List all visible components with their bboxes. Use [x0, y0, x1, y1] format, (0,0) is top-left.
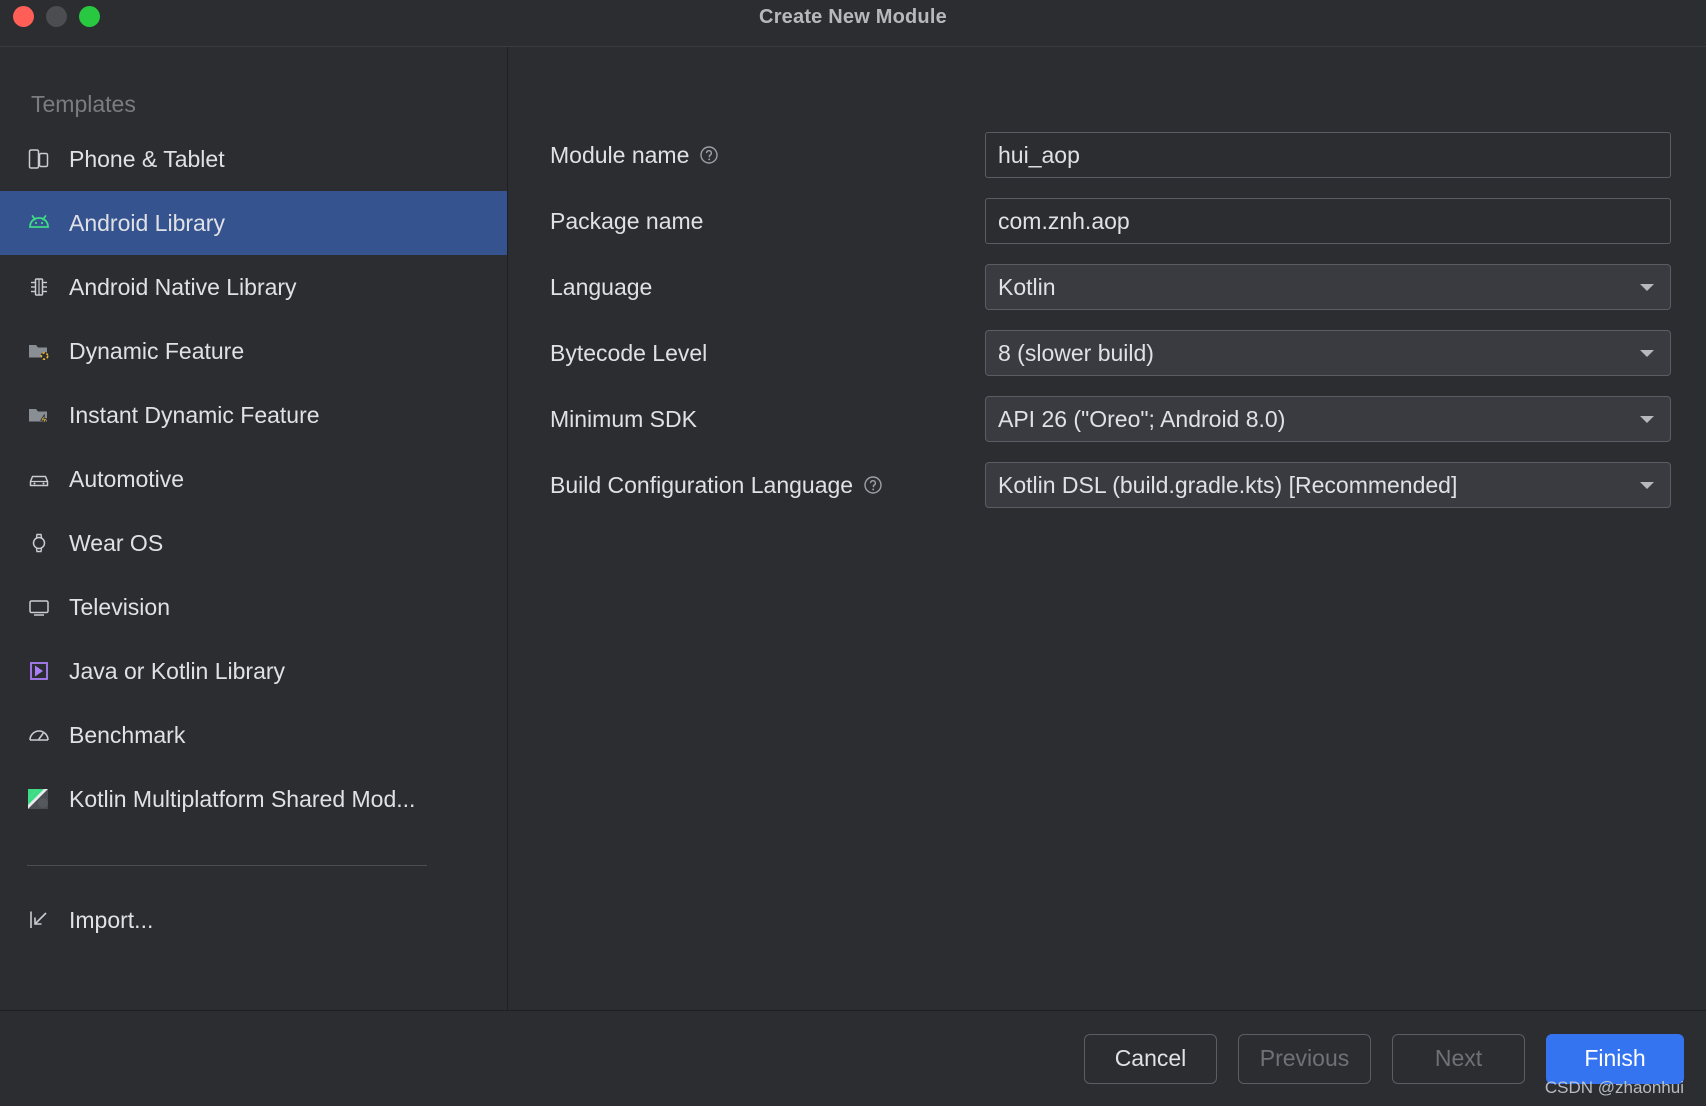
package-name-input[interactable]: com.znh.aop: [985, 198, 1671, 244]
sidebar-item-label: Java or Kotlin Library: [69, 657, 286, 684]
help-icon[interactable]: [862, 474, 884, 496]
sidebar-item-label: Automotive: [69, 465, 185, 492]
templates-header: Templates: [31, 91, 136, 117]
language-label-group: Language: [550, 274, 985, 301]
sidebar-item-java-or-kotlin-library[interactable]: Java or Kotlin Library: [0, 639, 507, 703]
car-icon: [24, 464, 54, 494]
form-row-language: Language Kotlin: [508, 254, 1706, 320]
bytecode-level-label-group: Bytecode Level: [550, 340, 985, 367]
module-name-label: Module name: [550, 141, 690, 168]
create-new-module-dialog: Create New Module Templates Phone & Tabl…: [0, 0, 1706, 1106]
sidebar-item-label: Android Library: [69, 209, 225, 236]
sidebar-item-label: Television: [69, 593, 170, 620]
sidebar-item-android-library[interactable]: Android Library: [0, 191, 507, 255]
sidebar-item-television[interactable]: Television: [0, 575, 507, 639]
sidebar-item-label: Wear OS: [69, 529, 164, 556]
package-name-label: Package name: [550, 207, 704, 234]
form-row-package-name: Package name com.znh.aop: [508, 188, 1706, 254]
sidebar-item-instant-dynamic-feature[interactable]: Instant Dynamic Feature: [0, 383, 507, 447]
templates-sidebar: Templates Phone & Tablet Android Library…: [0, 47, 508, 1010]
sidebar-item-kotlin-multiplatform-shared-module[interactable]: Kotlin Multiplatform Shared Mod...: [0, 767, 507, 831]
sidebar-item-phone-tablet[interactable]: Phone & Tablet: [0, 127, 507, 191]
module-form-panel: Module name hui_aop Package name com.znh…: [508, 47, 1706, 1010]
sidebar-item-dynamic-feature[interactable]: Dynamic Feature: [0, 319, 507, 383]
build-config-language-label-group: Build Configuration Language: [550, 472, 985, 499]
previous-button[interactable]: Previous: [1238, 1033, 1371, 1084]
sidebar-item-android-native-library[interactable]: Android Native Library: [0, 255, 507, 319]
native-chip-icon: [24, 272, 54, 302]
sidebar-item-import[interactable]: Import...: [0, 888, 507, 952]
chevron-down-icon: [1640, 481, 1654, 489]
next-button[interactable]: Next: [1392, 1033, 1525, 1084]
package-name-value: com.znh.aop: [998, 207, 1130, 234]
minimum-sdk-select[interactable]: API 26 ("Oreo"; Android 8.0): [985, 396, 1671, 442]
kotlin-multiplatform-icon: [24, 784, 54, 814]
tv-icon: [24, 592, 54, 622]
kotlin-library-icon: [24, 656, 54, 686]
sidebar-item-label: Android Native Library: [69, 273, 297, 300]
android-robot-icon: [24, 208, 54, 238]
build-config-language-select[interactable]: Kotlin DSL (build.gradle.kts) [Recommend…: [985, 462, 1671, 508]
sidebar-item-label: Benchmark: [69, 721, 186, 748]
language-select[interactable]: Kotlin: [985, 264, 1671, 310]
folder-instant-icon: [24, 400, 54, 430]
bytecode-level-select[interactable]: 8 (slower build): [985, 330, 1671, 376]
sidebar-item-label: Kotlin Multiplatform Shared Mod...: [69, 785, 416, 812]
language-value: Kotlin: [998, 273, 1056, 300]
sidebar-item-label: Instant Dynamic Feature: [69, 401, 320, 428]
bytecode-level-label: Bytecode Level: [550, 339, 708, 366]
import-arrow-icon: [24, 905, 54, 935]
phone-tablet-icon: [24, 144, 54, 174]
sidebar-divider: [27, 865, 427, 866]
build-config-language-value: Kotlin DSL (build.gradle.kts) [Recommend…: [998, 471, 1458, 498]
form-row-bytecode-level: Bytecode Level 8 (slower build): [508, 320, 1706, 386]
module-name-input[interactable]: hui_aop: [985, 132, 1671, 178]
dialog-footer: Cancel Previous Next Finish CSDN @zhaonh…: [0, 1010, 1706, 1106]
bytecode-level-value: 8 (slower build): [998, 339, 1154, 366]
module-name-value: hui_aop: [998, 141, 1080, 168]
dialog-content: Templates Phone & Tablet Android Library…: [0, 46, 1706, 1010]
sidebar-item-label: Phone & Tablet: [69, 145, 225, 172]
form-row-module-name: Module name hui_aop: [508, 122, 1706, 188]
form-row-minimum-sdk: Minimum SDK API 26 ("Oreo"; Android 8.0): [508, 386, 1706, 452]
finish-button[interactable]: Finish: [1546, 1033, 1684, 1084]
help-icon[interactable]: [698, 144, 720, 166]
chevron-down-icon: [1640, 415, 1654, 423]
sidebar-item-label: Import...: [69, 906, 154, 933]
form-row-build-configuration-language: Build Configuration Language Kotlin DSL …: [508, 452, 1706, 518]
cancel-button[interactable]: Cancel: [1084, 1033, 1217, 1084]
minimum-sdk-value: API 26 ("Oreo"; Android 8.0): [998, 405, 1286, 432]
window-titlebar: Create New Module: [0, 0, 1706, 46]
chevron-down-icon: [1640, 349, 1654, 357]
folder-dynamic-icon: [24, 336, 54, 366]
language-label: Language: [550, 273, 653, 300]
chevron-down-icon: [1640, 283, 1654, 291]
sidebar-item-wear-os[interactable]: Wear OS: [0, 511, 507, 575]
sidebar-item-label: Dynamic Feature: [69, 337, 245, 364]
templates-list: Phone & Tablet Android Library Android N…: [0, 127, 507, 831]
package-name-label-group: Package name: [550, 208, 985, 235]
minimum-sdk-label: Minimum SDK: [550, 405, 697, 432]
module-name-label-group: Module name: [550, 142, 985, 169]
build-config-language-label: Build Configuration Language: [550, 471, 854, 498]
sidebar-item-benchmark[interactable]: Benchmark: [0, 703, 507, 767]
sidebar-item-automotive[interactable]: Automotive: [0, 447, 507, 511]
page-title: Create New Module: [759, 6, 947, 28]
minimum-sdk-label-group: Minimum SDK: [550, 406, 985, 433]
watch-icon: [24, 528, 54, 558]
benchmark-gauge-icon: [24, 720, 54, 750]
